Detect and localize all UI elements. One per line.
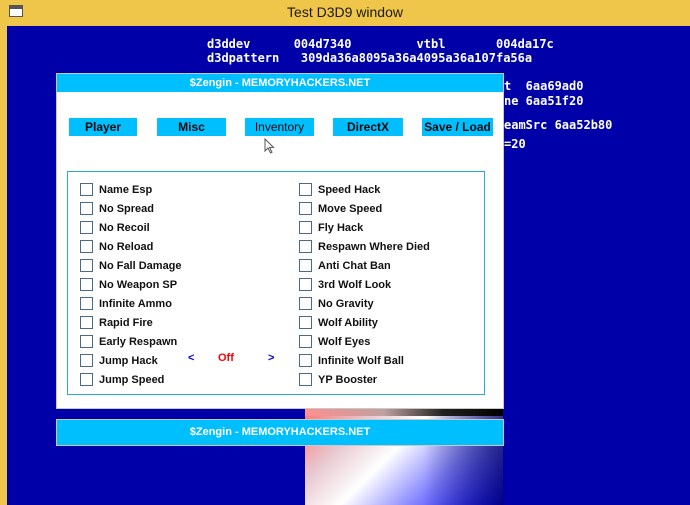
option-label: No Spread bbox=[99, 202, 155, 215]
option-label: Anti Chat Ban bbox=[318, 259, 391, 272]
option-label: 3rd Wolf Look bbox=[318, 278, 392, 291]
panel-title: $Zengin - MEMORYHACKERS.NET bbox=[57, 74, 503, 92]
option-label: Jump Hack bbox=[99, 354, 158, 367]
option-row[interactable]: Wolf Eyes bbox=[299, 332, 430, 351]
option-checkbox[interactable] bbox=[80, 373, 93, 386]
left-options-column: Name Esp No Spread No Recoil No Reload No Fa… bbox=[80, 180, 182, 389]
option-label: Respawn Where Died bbox=[318, 240, 430, 253]
option-label: No Fall Damage bbox=[99, 259, 182, 272]
option-checkbox[interactable] bbox=[299, 221, 312, 234]
option-label: No Recoil bbox=[99, 221, 150, 234]
option-label: Fly Hack bbox=[318, 221, 364, 234]
option-checkbox[interactable] bbox=[299, 354, 312, 367]
option-label: No Reload bbox=[99, 240, 154, 253]
option-checkbox[interactable] bbox=[80, 297, 93, 310]
jump-hack-next-arrow[interactable]: > bbox=[268, 352, 274, 364]
option-label: YP Booster bbox=[318, 373, 378, 386]
jump-hack-value: Off bbox=[218, 352, 234, 364]
option-row[interactable]: Infinite Ammo bbox=[80, 294, 182, 313]
option-row[interactable]: Move Speed bbox=[299, 199, 430, 218]
option-checkbox[interactable] bbox=[299, 202, 312, 215]
option-label: No Weapon SP bbox=[99, 278, 178, 291]
option-checkbox[interactable] bbox=[80, 202, 93, 215]
option-row[interactable]: Jump Hack bbox=[80, 351, 182, 370]
debug-line-pattern: d3dpattern 309da36a8095a36a4095a36a107fa… bbox=[207, 51, 533, 65]
right-options-column: Speed Hack Move Speed Fly Hack Respawn Wher… bbox=[299, 180, 430, 389]
option-label: Jump Speed bbox=[99, 373, 165, 386]
option-label: Name Esp bbox=[99, 183, 153, 196]
option-row[interactable]: No Recoil bbox=[80, 218, 182, 237]
option-checkbox[interactable] bbox=[299, 335, 312, 348]
option-label: Rapid Fire bbox=[99, 316, 153, 329]
option-checkbox[interactable] bbox=[299, 373, 312, 386]
option-checkbox[interactable] bbox=[299, 259, 312, 272]
option-checkbox[interactable] bbox=[80, 316, 93, 329]
option-label: Infinite Wolf Ball bbox=[318, 354, 404, 367]
option-checkbox[interactable] bbox=[80, 354, 93, 367]
option-checkbox[interactable] bbox=[80, 259, 93, 272]
debug-line-device: d3ddev 004d7340 vtbl 004da17c bbox=[207, 37, 554, 51]
option-row[interactable]: Respawn Where Died bbox=[299, 237, 430, 256]
tab-player[interactable]: Player bbox=[69, 118, 137, 136]
option-label: Move Speed bbox=[318, 202, 383, 215]
option-row[interactable]: YP Booster bbox=[299, 370, 430, 389]
option-label: Early Respawn bbox=[99, 335, 178, 348]
debug-line-6: =20 bbox=[504, 137, 526, 151]
option-label: Wolf Ability bbox=[318, 316, 378, 329]
option-label: Wolf Eyes bbox=[318, 335, 371, 348]
mouse-cursor-icon bbox=[264, 138, 275, 154]
tab-save-load[interactable]: Save / Load bbox=[422, 118, 493, 136]
option-label: Speed Hack bbox=[318, 183, 381, 196]
tab-misc[interactable]: Misc bbox=[157, 118, 226, 136]
option-row[interactable]: Rapid Fire bbox=[80, 313, 182, 332]
option-checkbox[interactable] bbox=[80, 278, 93, 291]
option-row[interactable]: 3rd Wolf Look bbox=[299, 275, 430, 294]
option-row[interactable]: No Fall Damage bbox=[80, 256, 182, 275]
option-checkbox[interactable] bbox=[299, 316, 312, 329]
option-checkbox[interactable] bbox=[80, 335, 93, 348]
option-row[interactable]: No Spread bbox=[80, 199, 182, 218]
option-row[interactable]: Infinite Wolf Ball bbox=[299, 351, 430, 370]
option-checkbox[interactable] bbox=[80, 221, 93, 234]
option-checkbox[interactable] bbox=[299, 183, 312, 196]
jump-hack-prev-arrow[interactable]: < bbox=[188, 352, 194, 364]
secondary-panel-header[interactable]: $Zengin - MEMORYHACKERS.NET bbox=[56, 419, 504, 446]
hack-menu-panel: $Zengin - MEMORYHACKERS.NET Player Misc … bbox=[56, 73, 504, 409]
option-row[interactable]: No Weapon SP bbox=[80, 275, 182, 294]
option-row[interactable]: Anti Chat Ban bbox=[299, 256, 430, 275]
option-row[interactable]: Wolf Ability bbox=[299, 313, 430, 332]
tab-bar: Player Misc Inventory DirectX Save / Loa… bbox=[57, 118, 503, 136]
tab-inventory[interactable]: Inventory bbox=[245, 118, 314, 136]
debug-line-3: t 6aa69ad0 bbox=[504, 79, 584, 93]
option-checkbox[interactable] bbox=[80, 183, 93, 196]
option-checkbox[interactable] bbox=[299, 297, 312, 310]
option-checkbox[interactable] bbox=[80, 240, 93, 253]
window-title: Test D3D9 window bbox=[287, 4, 403, 20]
option-row[interactable]: Speed Hack bbox=[299, 180, 430, 199]
option-row[interactable]: Early Respawn bbox=[80, 332, 182, 351]
option-row[interactable]: No Reload bbox=[80, 237, 182, 256]
window-titlebar: Test D3D9 window bbox=[0, 0, 690, 26]
debug-line-5: eamSrc 6aa52b80 bbox=[504, 118, 613, 132]
tab-directx[interactable]: DirectX bbox=[333, 118, 403, 136]
options-box: Name Esp No Spread No Recoil No Reload No Fa… bbox=[67, 171, 485, 395]
option-row[interactable]: No Gravity bbox=[299, 294, 430, 313]
option-label: Infinite Ammo bbox=[99, 297, 172, 310]
option-label: No Gravity bbox=[318, 297, 374, 310]
d3d-viewport: d3ddev 004d7340 vtbl 004da17c d3dpattern… bbox=[7, 26, 690, 505]
option-row[interactable]: Fly Hack bbox=[299, 218, 430, 237]
option-row[interactable]: Jump Speed bbox=[80, 370, 182, 389]
option-row[interactable]: Name Esp bbox=[80, 180, 182, 199]
option-checkbox[interactable] bbox=[299, 240, 312, 253]
debug-line-4: ne 6aa51f20 bbox=[504, 94, 584, 108]
option-checkbox[interactable] bbox=[299, 278, 312, 291]
